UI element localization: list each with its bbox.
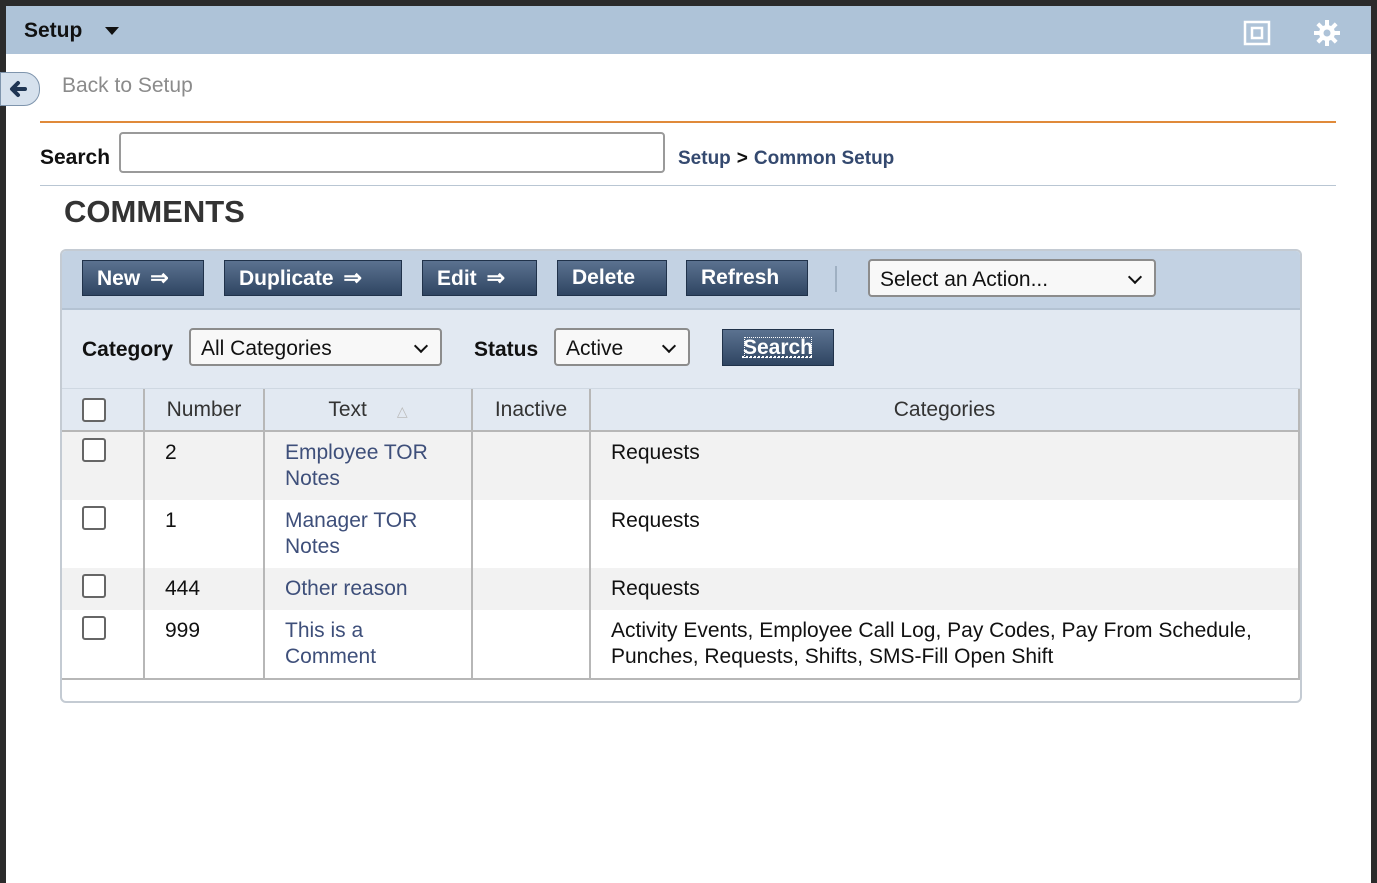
duplicate-button-label: Duplicate [239,267,334,290]
row-text-cell: Employee TOR Notes [264,431,473,500]
row-select-cell [62,500,145,568]
comments-panel: New ⇒ Duplicate ⇒ Edit ⇒ Delete Refresh Sel… [60,249,1302,703]
row-select-cell [62,568,145,610]
filter-search-button[interactable]: Search [722,329,834,366]
row-text-link[interactable]: Manager TOR Notes [285,508,445,560]
comments-table: Number Text △ Inactive Categories 2 Emplo… [62,389,1300,680]
back-to-setup-link[interactable]: Back to Setup [62,74,193,98]
breadcrumb-setup[interactable]: Setup [678,148,731,169]
row-categories: Requests [590,431,1300,500]
edit-button[interactable]: Edit ⇒ [422,260,537,296]
row-text-cell: Manager TOR Notes [264,500,473,568]
back-arrow-icon [10,81,27,97]
chevron-down-icon [1127,269,1143,285]
arrow-right-icon: ⇒ [343,265,362,290]
new-button-label: New [97,267,141,290]
row-text-link[interactable]: Other reason [285,577,408,600]
setup-window: Setup Back to Setup Search Setup > Commo… [0,6,1371,883]
row-categories: Requests [590,500,1300,568]
gear-icon[interactable] [1313,19,1341,47]
arrow-right-icon: ⇒ [150,265,169,290]
search-label: Search [40,146,111,169]
row-checkbox[interactable] [82,616,106,640]
arrow-right-icon: ⇒ [486,265,506,290]
row-checkbox[interactable] [82,574,106,598]
search-input[interactable] [119,132,665,173]
row-inactive [472,500,591,568]
toolbar: New ⇒ Duplicate ⇒ Edit ⇒ Delete Refresh Sel… [62,251,1300,310]
search-divider [40,185,1336,186]
refresh-button-label: Refresh [701,266,780,289]
breadcrumb-separator: > [736,148,748,169]
table-row[interactable]: 2 Employee TOR Notes Requests [62,431,1300,500]
restore-window-icon[interactable] [1243,19,1271,47]
column-header-text-label: Text [328,397,367,421]
refresh-button[interactable]: Refresh [686,260,808,296]
status-select-value: Active [566,337,624,360]
row-inactive [472,568,591,610]
filter-bar: Category All Categories Status Active Se… [62,310,1300,389]
title-dropdown-icon[interactable] [105,27,119,35]
chevron-down-icon [661,338,677,354]
column-header-categories[interactable]: Categories [590,389,1300,432]
row-categories: Activity Events, Employee Call Log, Pay … [590,610,1300,680]
breadcrumb-common-setup[interactable]: Common Setup [754,148,894,169]
category-select-value: All Categories [201,337,332,360]
chevron-down-icon [413,338,429,354]
title-bar: Setup [6,6,1371,54]
row-text-link[interactable]: Employee TOR Notes [285,440,445,492]
select-all-checkbox[interactable] [82,397,106,422]
action-select-value: Select an Action... [880,268,1049,291]
category-select[interactable]: All Categories [189,328,442,366]
table-row[interactable]: 1 Manager TOR Notes Requests [62,500,1300,568]
column-header-inactive[interactable]: Inactive [472,389,591,432]
sort-ascending-icon: △ [396,402,408,419]
category-label: Category [82,338,174,361]
row-number: 999 [144,610,265,680]
new-button[interactable]: New ⇒ [82,260,204,296]
status-select[interactable]: Active [554,328,690,366]
breadcrumb: Setup > Common Setup [678,148,894,170]
edit-button-label: Edit [437,267,477,290]
row-select-cell [62,610,145,680]
select-all-cell [62,389,145,432]
row-checkbox[interactable] [82,438,106,462]
row-number: 444 [144,568,265,610]
table-header-row: Number Text △ Inactive Categories [62,389,1300,432]
table-row[interactable]: 444 Other reason Requests [62,568,1300,610]
column-header-number[interactable]: Number [144,389,265,432]
duplicate-button[interactable]: Duplicate ⇒ [224,260,402,296]
table-row[interactable]: 999 This is a Comment Activity Events, E… [62,610,1300,680]
row-inactive [472,610,591,680]
status-label: Status [474,338,539,361]
row-text-cell: This is a Comment [264,610,473,680]
filter-search-label: Search [742,336,814,359]
row-inactive [472,431,591,500]
window-title: Setup [24,19,83,42]
row-select-cell [62,431,145,500]
page-title: COMMENTS [64,194,245,229]
column-header-text[interactable]: Text △ [264,389,473,432]
delete-button-label: Delete [572,266,636,289]
delete-button[interactable]: Delete [557,260,667,296]
row-categories: Requests [590,568,1300,610]
toolbar-separator [835,266,837,292]
row-checkbox[interactable] [82,506,106,530]
row-text-link[interactable]: This is a Comment [285,618,405,670]
back-button[interactable] [0,72,40,106]
header-divider [40,121,1336,123]
row-number: 1 [144,500,265,568]
action-select[interactable]: Select an Action... [868,259,1156,297]
row-number: 2 [144,431,265,500]
row-text-cell: Other reason [264,568,473,610]
